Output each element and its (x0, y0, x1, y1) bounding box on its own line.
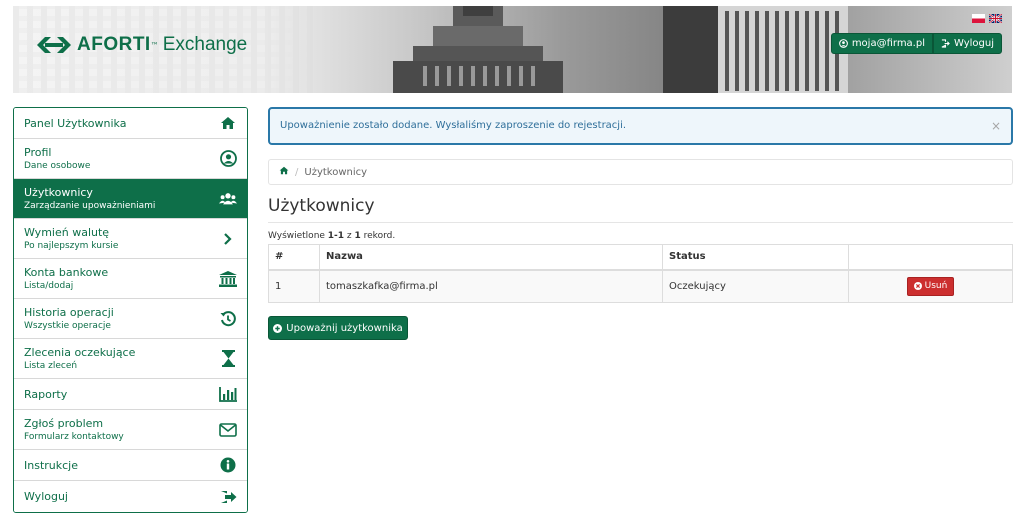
sidebar-item-pending-orders[interactable]: Zlecenia oczekujące Lista zleceń (14, 339, 247, 379)
bank-icon (219, 270, 237, 288)
brand-name: AFORTI (77, 34, 151, 55)
sidebar-item-sublabel: Lista/dodaj (24, 281, 74, 291)
records-summary: Wyświetlone 1-1 z 1 rekord. (268, 231, 395, 241)
home-icon[interactable] (279, 166, 289, 178)
header-logout-label: Wyloguj (954, 38, 994, 49)
english-flag-icon[interactable] (989, 14, 1002, 23)
row-status: Oczekujący (662, 269, 849, 303)
sidebar-item-label: Zlecenia oczekujące (24, 346, 136, 359)
sidebar-item-sublabel: Formularz kontaktowy (24, 432, 124, 442)
column-header-actions (848, 244, 1013, 271)
delete-button[interactable]: Usuń (906, 276, 955, 296)
title-divider (268, 222, 1013, 223)
account-label: moja@firma.pl (851, 38, 925, 49)
user-circle-icon (219, 150, 237, 168)
column-header-number[interactable]: # (268, 244, 320, 271)
users-table: # Nazwa Status 1 tomaszkafka@firma.pl Oc… (268, 244, 1013, 303)
row-number: 1 (268, 269, 320, 303)
users-icon (219, 190, 237, 208)
authorize-user-button[interactable]: Upoważnij użytkownika (268, 316, 408, 340)
sidebar-item-logout[interactable]: Wyloguj (14, 481, 247, 512)
sidebar-item-history[interactable]: Historia operacji Wszystkie operacje (14, 299, 247, 339)
sidebar-item-exchange[interactable]: Wymień walutę Po najlepszym kursie (14, 219, 247, 259)
sidebar-item-label: Panel Użytkownika (24, 116, 127, 130)
plus-circle-icon (273, 323, 283, 333)
sidebar-item-sublabel: Lista zleceń (24, 361, 78, 371)
sidebar-item-label: Wymień walutę (24, 226, 110, 239)
skyscrapers-image (663, 6, 848, 93)
sidebar-item-label: Instrukcje (24, 458, 78, 472)
sidebar-item-profile[interactable]: Profil Dane osobowe (14, 139, 247, 179)
row-actions: Usuń (848, 269, 1013, 303)
breadcrumb-separator: / (295, 166, 299, 178)
info-icon (219, 456, 237, 474)
column-header-name[interactable]: Nazwa (319, 244, 663, 271)
history-icon (219, 310, 237, 328)
alert-message: Upoważnienie zostało dodane. Wysłaliśmy … (280, 120, 627, 131)
aforti-logo-icon (37, 37, 71, 53)
records-mid: z (344, 231, 355, 241)
sidebar-item-sublabel: Zarządzanie upoważnieniami (24, 201, 156, 211)
sign-out-icon (941, 39, 950, 48)
brand-subtitle: Exchange (162, 34, 248, 55)
sidebar-item-label: Historia operacji (24, 306, 114, 319)
envelope-icon (219, 421, 237, 439)
sidebar-item-user-panel[interactable]: Panel Użytkownika (14, 108, 247, 139)
authorize-user-label: Upoważnij użytkownika (286, 322, 403, 334)
aforti-logo[interactable]: AFORTI ™ Exchange (37, 34, 247, 56)
breadcrumb: / Użytkownicy (268, 159, 1013, 185)
close-icon[interactable]: × (991, 119, 1001, 133)
sidebar-item-label: Konta bankowe (24, 266, 109, 279)
polish-flag-icon[interactable] (972, 14, 985, 23)
palace-of-culture-image (393, 6, 563, 93)
row-name: tomaszkafka@firma.pl (319, 269, 663, 303)
hourglass-icon (219, 350, 237, 368)
sidebar-item-sublabel: Po najlepszym kursie (24, 241, 119, 251)
sidebar-item-label: Zgłoś problem (24, 417, 104, 430)
sidebar-item-label: Raporty (24, 387, 68, 401)
home-icon (219, 114, 237, 132)
page-header: AFORTI ™ Exchange moja@firma.pl Wyloguj (13, 6, 1012, 93)
sidebar-item-reports[interactable]: Raporty (14, 379, 247, 410)
delete-button-label: Usuń (924, 281, 948, 292)
user-circle-icon (838, 39, 848, 48)
header-logout-button[interactable]: Wyloguj (933, 33, 1002, 54)
sidebar-item-bank-accounts[interactable]: Konta bankowe Lista/dodaj (14, 259, 247, 299)
sidebar-item-label: Profil (24, 146, 52, 159)
sidebar-menu: Panel Użytkownika Profil Dane osobowe Uż… (13, 107, 248, 513)
sidebar-item-label: Użytkownicy (24, 186, 93, 199)
sidebar-item-users[interactable]: Użytkownicy Zarządzanie upoważnieniami (14, 179, 247, 219)
success-alert: Upoważnienie zostało dodane. Wysłaliśmy … (268, 107, 1013, 145)
records-suffix: rekord. (360, 231, 396, 241)
page-title: Użytkownicy (268, 196, 375, 216)
language-switcher (972, 14, 1002, 23)
table-header-row: # Nazwa Status (268, 244, 1013, 271)
column-header-status[interactable]: Status (662, 244, 849, 271)
sidebar-item-sublabel: Wszystkie operacje (24, 321, 111, 331)
brand-trademark: ™ (150, 40, 159, 50)
account-button[interactable]: moja@firma.pl (830, 33, 933, 54)
sign-out-icon (219, 488, 237, 506)
remove-circle-icon (913, 282, 922, 291)
records-prefix: Wyświetlone (268, 231, 328, 241)
sidebar-item-sublabel: Dane osobowe (24, 161, 91, 171)
bar-chart-icon (219, 385, 237, 403)
sidebar-item-label: Wyloguj (24, 490, 68, 503)
chevron-right-icon (219, 230, 237, 248)
records-range: 1-1 (327, 231, 345, 241)
header-account-buttons: moja@firma.pl Wyloguj (830, 33, 1002, 54)
breadcrumb-current: Użytkownicy (304, 166, 368, 178)
sidebar-item-report-problem[interactable]: Zgłoś problem Formularz kontaktowy (14, 410, 247, 450)
table-row: 1 tomaszkafka@firma.pl Oczekujący Usuń (268, 269, 1013, 303)
sidebar-item-instructions[interactable]: Instrukcje (14, 450, 247, 481)
